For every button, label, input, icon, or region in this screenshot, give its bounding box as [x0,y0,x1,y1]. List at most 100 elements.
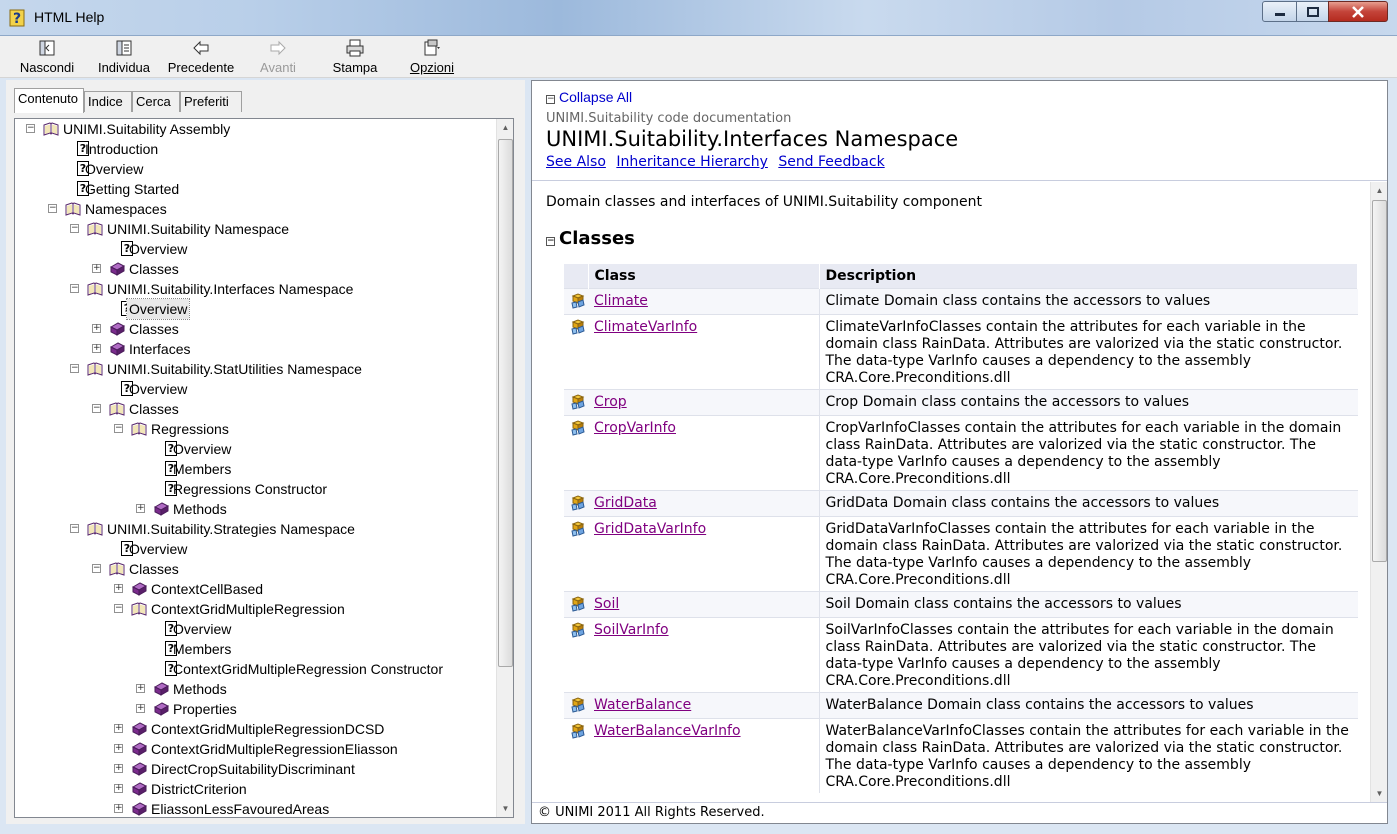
tree-item[interactable]: − Namespaces [15,199,495,219]
tree-item[interactable]: ?Overview [15,239,495,259]
collapse-toggle-icon[interactable]: − [26,124,35,133]
topic-scrollbar-thumb[interactable] [1372,200,1387,562]
collapse-toggle-icon[interactable]: − [70,284,79,293]
expand-toggle-icon[interactable]: + [114,584,123,593]
tree-item[interactable]: + ContextCellBased [15,579,495,599]
collapse-toggle-icon[interactable]: − [92,404,101,413]
expand-toggle-icon[interactable]: + [114,744,123,753]
scroll-down-icon[interactable]: ▼ [1371,785,1388,802]
expand-toggle-icon[interactable]: + [136,704,145,713]
tree-item[interactable]: ? Getting Started [15,179,495,199]
print-button[interactable]: Stampa [326,36,384,78]
class-link[interactable]: Soil [594,596,619,612]
tree-item[interactable]: + Methods [15,499,495,519]
expand-toggle-icon[interactable]: + [92,344,101,353]
tab-contents[interactable]: Contenuto [14,88,84,113]
minimize-button[interactable] [1262,1,1297,22]
tree-scrollbar-thumb[interactable] [498,139,513,667]
tree-scrollbar[interactable]: ▲ ▼ [496,119,513,817]
collapse-toggle-icon[interactable]: − [114,424,123,433]
tree-item[interactable]: ? Regressions Constructor [15,479,495,499]
tab-search[interactable]: Cerca [132,91,180,112]
tree-item[interactable]: ?Overview [15,379,495,399]
class-link[interactable]: GridDataVarInfo [594,521,706,537]
expand-toggle-icon[interactable]: + [92,324,101,333]
collapse-toggle-icon[interactable]: − [70,524,79,533]
expand-toggle-icon[interactable]: + [114,784,123,793]
topic-scrollbar[interactable]: ▲ ▼ [1370,182,1387,802]
tree-item[interactable]: − ContextGridMultipleRegression [15,599,495,619]
scroll-down-icon[interactable]: ▼ [497,800,513,817]
expand-toggle-icon[interactable]: + [114,764,123,773]
back-button[interactable]: Precedente [163,36,239,78]
class-link[interactable]: ClimateVarInfo [594,319,697,335]
locate-label: Individua [97,60,151,75]
description-line: GridDataVarInfoClasses contain the attri… [825,520,1315,537]
tree-item[interactable]: − Classes [15,559,495,579]
inheritance-hierarchy-link[interactable]: Inheritance Hierarchy [616,154,768,170]
tree-item[interactable]: − Classes [15,399,495,419]
tree-item[interactable]: ?Overview [15,619,495,639]
tree-item[interactable]: ?Overview [15,539,495,559]
collapse-toggle-icon[interactable]: − [48,204,57,213]
tab-favorites[interactable]: Preferiti [180,91,242,112]
tree-item[interactable]: + Classes [15,319,495,339]
tree-item[interactable]: − UNIMI.Suitability.StatUtilities Namespa… [15,359,495,379]
expand-toggle-icon[interactable]: + [136,504,145,513]
class-link[interactable]: SoilVarInfo [594,622,669,638]
locate-button[interactable]: Individua [92,36,156,78]
title-bar[interactable]: ? HTML Help [0,0,1397,36]
collapse-toggle-icon[interactable]: − [70,224,79,233]
class-link[interactable]: Crop [594,394,627,410]
class-link[interactable]: WaterBalanceVarInfo [594,723,741,739]
tree-item[interactable]: − UNIMI.Suitability.Interfaces Namespace [15,279,495,299]
scroll-up-icon[interactable]: ▲ [1371,182,1388,199]
tree-item[interactable]: − UNIMI.Suitability Namespace [15,219,495,239]
classes-section-heading[interactable]: − Classes [546,228,635,249]
tree-item[interactable]: − UNIMI.Suitability.Strategies Namespace [15,519,495,539]
class-link[interactable]: CropVarInfo [594,420,676,436]
tree-item[interactable]: + Properties [15,699,495,719]
see-also-link[interactable]: See Also [546,154,606,170]
forward-button[interactable]: Avanti [253,36,303,78]
collapse-toggle-icon[interactable]: − [92,564,101,573]
class-link[interactable]: Climate [594,293,648,309]
tree-item[interactable]: + Classes [15,259,495,279]
tree-item[interactable]: ?Overview [15,439,495,459]
expand-toggle-icon[interactable]: + [114,724,123,733]
tree-item[interactable]: ? ContextGridMultipleRegression Construct… [15,659,495,679]
maximize-button[interactable] [1296,1,1329,22]
tree-item[interactable]: + DirectCropSuitabilityDiscriminant [15,759,495,779]
tree-item[interactable]: − UNIMI.Suitability Assembly [15,119,495,139]
scroll-up-icon[interactable]: ▲ [497,119,513,136]
send-feedback-link[interactable]: Send Feedback [778,154,884,170]
expand-toggle-icon[interactable]: + [114,804,123,813]
collapse-toggle-icon[interactable]: − [114,604,123,613]
tree-item[interactable]: + EliassonLessFavouredAreas [15,799,495,817]
tree-item[interactable]: ?Overview [15,298,495,320]
expand-toggle-icon[interactable]: + [136,684,145,693]
tree-item[interactable]: + DistrictCriterion [15,779,495,799]
collapse-all-link[interactable]: − Collapse All [546,89,632,105]
tree-item[interactable]: + ContextGridMultipleRegressionDCSD [15,719,495,739]
tree-item[interactable]: ?Overview [15,159,495,179]
collapse-toggle-icon[interactable]: − [70,364,79,373]
options-button[interactable]: Opzioni [404,36,460,78]
column-header-class: Class [588,264,820,288]
close-button[interactable] [1328,1,1388,22]
expand-toggle-icon[interactable]: + [92,264,101,273]
tab-index[interactable]: Indice [84,91,132,112]
tree-item-label: Getting Started [85,181,180,197]
tree-item[interactable]: ? Members [15,639,495,659]
tree-item[interactable]: + Interfaces [15,339,495,359]
table-row: SoilVarInfo SoilVarInfoClasses contain th… [564,616,1358,692]
tree-item[interactable]: ? Introduction [15,139,495,159]
section-collapse-icon[interactable]: − [546,237,555,246]
class-link[interactable]: GridData [594,495,657,511]
hide-button[interactable]: Nascondi [14,36,80,78]
tree-item[interactable]: + ContextGridMultipleRegressionEliasson [15,739,495,759]
tree-item[interactable]: + Methods [15,679,495,699]
tree-item[interactable]: − Regressions [15,419,495,439]
class-link[interactable]: WaterBalance [594,697,691,713]
tree-item[interactable]: ? Members [15,459,495,479]
